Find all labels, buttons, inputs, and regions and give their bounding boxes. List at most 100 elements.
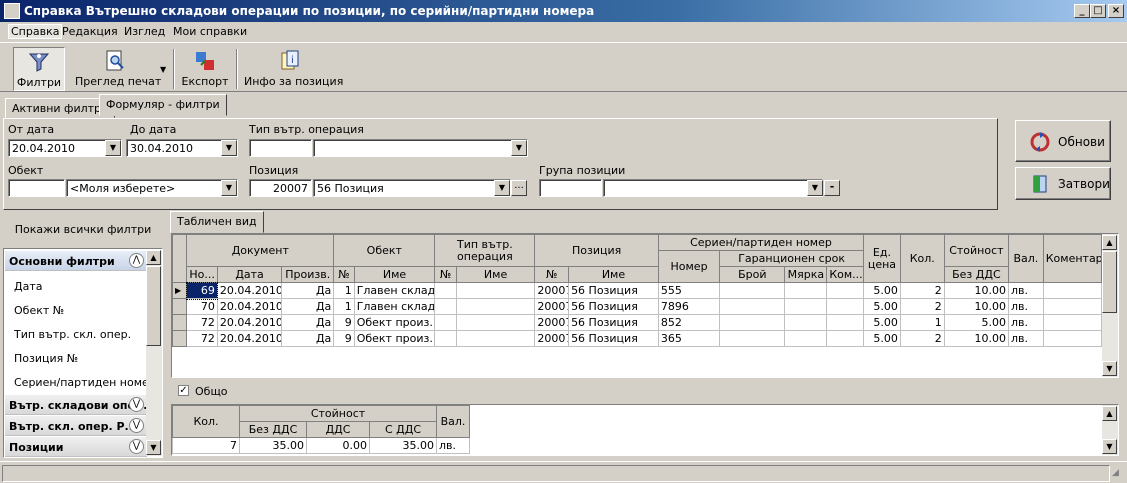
header-unit-price[interactable]: Ед. цена xyxy=(863,234,901,283)
cell-kom[interactable] xyxy=(826,330,865,347)
header-pos-no[interactable]: № xyxy=(534,266,570,283)
cell-kom[interactable] xyxy=(826,298,865,315)
cell-number[interactable]: 852 xyxy=(657,314,721,331)
cell-pos-no[interactable]: 20007 xyxy=(534,282,570,299)
cell-no[interactable]: 69 xyxy=(185,281,219,300)
cell-produced[interactable]: Да xyxy=(281,314,335,331)
row-indicator[interactable] xyxy=(171,314,188,331)
show-all-filters-button[interactable]: Покажи всички филтри xyxy=(3,213,163,246)
table-row[interactable]: ▶6920.04.2010Да1Главен склад 2000756 Пози… xyxy=(171,281,1103,300)
header-obj-name[interactable]: Име xyxy=(353,266,436,283)
menu-report[interactable]: Справка xyxy=(8,24,63,39)
cell-obj-name[interactable]: Главен склад xyxy=(353,282,436,299)
cell-pos-no[interactable]: 20007 xyxy=(534,330,570,347)
cell-unit-price[interactable]: 5.00 xyxy=(863,298,901,315)
header-value[interactable]: Стойност xyxy=(943,234,1010,267)
cell-no[interactable]: 70 xyxy=(186,298,218,315)
chevron-down-icon[interactable]: ⋁ xyxy=(129,439,144,454)
cell-date[interactable]: 20.04.2010 xyxy=(216,314,283,331)
cell-obj-name[interactable]: Обект произ... xyxy=(353,330,436,347)
header-serial[interactable]: Сериен/партиден номер xyxy=(657,234,865,251)
scroll-thumb[interactable] xyxy=(146,266,161,346)
cell-unit-price[interactable]: 5.00 xyxy=(863,330,901,347)
scroll-up-icon[interactable]: ▲ xyxy=(146,250,161,265)
cell-op-name[interactable] xyxy=(455,314,536,331)
cell-pos-name[interactable]: 56 Позиция xyxy=(568,330,659,347)
group-name-field[interactable] xyxy=(603,179,823,197)
group-clear-button[interactable]: - xyxy=(824,180,840,196)
row-indicator[interactable] xyxy=(171,330,188,347)
scroll-up-icon[interactable]: ▲ xyxy=(1102,406,1117,421)
object-dropdown-icon[interactable]: ▼ xyxy=(221,180,237,196)
cell-pos-no[interactable]: 20007 xyxy=(534,298,570,315)
cell-obj-name[interactable]: Главен склад xyxy=(353,298,436,315)
cell-number[interactable]: 7896 xyxy=(657,298,721,315)
position-browse-button[interactable]: ... xyxy=(511,180,527,196)
object-code-field[interactable] xyxy=(8,179,65,197)
header-produced[interactable]: Произв. xyxy=(281,266,335,283)
scroll-down-icon[interactable]: ▼ xyxy=(1102,439,1117,454)
header-op-name[interactable]: Име xyxy=(455,266,536,283)
close-window-button[interactable]: × xyxy=(1108,4,1124,18)
cell-pos-no[interactable]: 20007 xyxy=(534,314,570,331)
cell-unit-price[interactable]: 5.00 xyxy=(863,282,901,299)
scroll-up-icon[interactable]: ▲ xyxy=(1102,235,1117,250)
header-op-type[interactable]: Тип вътр. операция xyxy=(434,234,536,267)
position-name-field[interactable]: 56 Позиция xyxy=(313,179,511,197)
cell-measure[interactable] xyxy=(784,298,828,315)
totals-header-qty[interactable]: Кол. xyxy=(172,405,240,438)
cell-qty[interactable]: 2 xyxy=(899,282,945,299)
menu-my-reports[interactable]: Мои справки xyxy=(173,25,247,38)
cell-qty[interactable]: 1 xyxy=(899,314,945,331)
to-date-dropdown-icon[interactable]: ▼ xyxy=(221,140,237,156)
cell-op-no[interactable] xyxy=(434,314,457,331)
cell-comment[interactable] xyxy=(1042,314,1103,331)
cell-kom[interactable] xyxy=(826,282,865,299)
filter-item-op-type[interactable]: Тип вътр. скл. опер. xyxy=(14,328,131,341)
cell-count[interactable] xyxy=(719,298,786,315)
cell-op-no[interactable] xyxy=(434,298,457,315)
position-code-field[interactable]: 20007 xyxy=(249,179,312,197)
filter-item-serial[interactable]: Сериен/партиден номер xyxy=(14,376,156,389)
section-internal-ops[interactable]: Вътр. складови опе... ⋁ xyxy=(5,395,147,415)
cell-qty[interactable]: 2 xyxy=(899,330,945,347)
header-net[interactable]: Без ДДС xyxy=(943,266,1010,283)
filter-item-object-no[interactable]: Обект № xyxy=(14,304,64,317)
cell-obj-no[interactable]: 1 xyxy=(333,282,355,299)
scroll-down-icon[interactable]: ▼ xyxy=(1102,361,1117,376)
item-info-button[interactable]: i Инфо за позиция xyxy=(244,47,343,91)
totals-checkbox[interactable]: ✓ xyxy=(178,385,189,396)
cell-date[interactable]: 20.04.2010 xyxy=(216,282,283,299)
cell-op-no[interactable] xyxy=(434,282,457,299)
cell-pos-name[interactable]: 56 Позиция xyxy=(568,314,659,331)
totals-header-gross[interactable]: С ДДС xyxy=(368,421,438,438)
header-position[interactable]: Позиция xyxy=(534,234,659,267)
cell-currency[interactable]: лв. xyxy=(1008,314,1044,331)
totals-header-currency[interactable]: Вал. xyxy=(436,405,471,438)
row-indicator[interactable] xyxy=(171,298,188,315)
cell-value[interactable]: 10.00 xyxy=(943,330,1010,347)
cell-obj-no[interactable]: 9 xyxy=(333,314,355,331)
header-comment[interactable]: Коментар xyxy=(1042,234,1103,283)
cell-comment[interactable] xyxy=(1042,330,1103,347)
cell-value[interactable]: 10.00 xyxy=(943,298,1010,315)
section-internal-ops-r[interactable]: Вътр. скл. опер. Р... ⋁ xyxy=(5,416,147,436)
filters-button[interactable]: Филтри xyxy=(13,47,65,91)
cell-no[interactable]: 72 xyxy=(186,314,218,331)
cell-kom[interactable] xyxy=(826,314,865,331)
from-date-dropdown-icon[interactable]: ▼ xyxy=(105,140,121,156)
table-row[interactable]: 7220.04.2010Да9Обект произ... 2000756 Поз… xyxy=(171,314,1103,331)
chevron-down-icon[interactable]: ⋁ xyxy=(129,397,144,412)
op-type-name-field[interactable] xyxy=(313,139,528,157)
header-op-no[interactable]: № xyxy=(434,266,457,283)
export-button[interactable]: Експорт xyxy=(181,47,229,91)
filter-item-date[interactable]: Дата xyxy=(14,280,42,293)
op-type-code-field[interactable] xyxy=(249,139,312,157)
header-number[interactable]: Номер xyxy=(657,250,721,283)
filter-item-position-no[interactable]: Позиция № xyxy=(14,352,78,365)
chevron-up-icon[interactable]: ⋀ xyxy=(129,253,144,268)
chevron-down-icon[interactable]: ⋁ xyxy=(129,418,144,433)
cell-pos-name[interactable]: 56 Позиция xyxy=(568,298,659,315)
op-type-dropdown-icon[interactable]: ▼ xyxy=(511,140,527,156)
scroll-thumb[interactable] xyxy=(1102,251,1117,313)
